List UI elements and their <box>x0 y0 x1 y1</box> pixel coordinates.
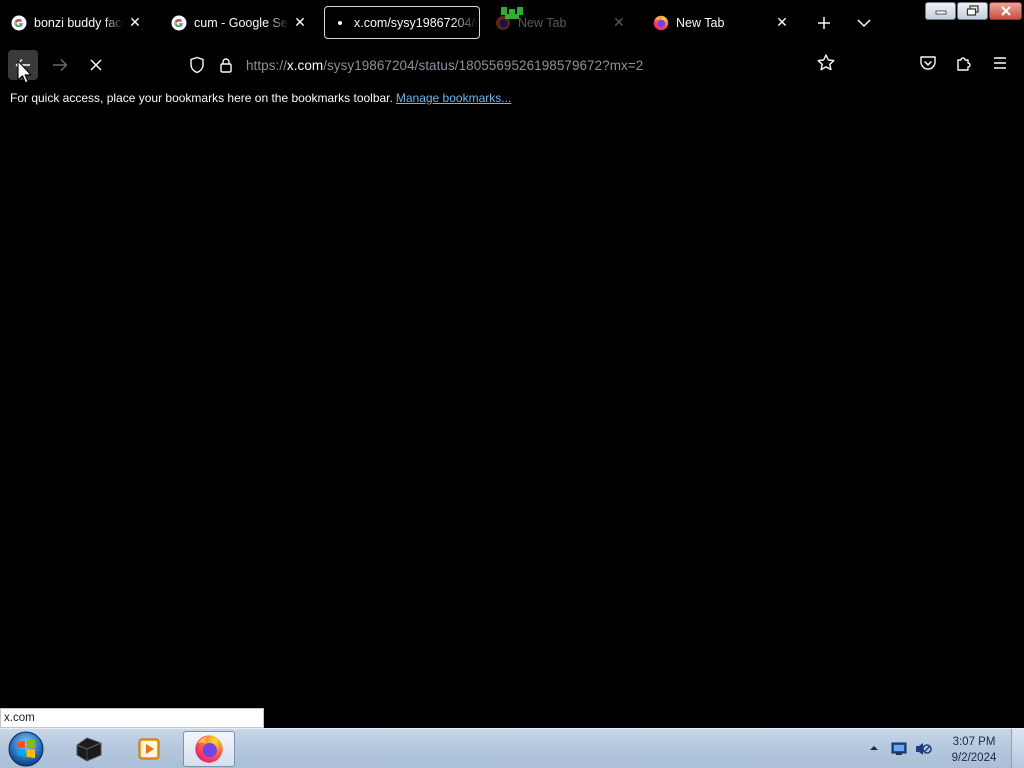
firefox-icon <box>195 735 223 763</box>
show-desktop-button[interactable] <box>1011 729 1024 768</box>
media-player-icon <box>138 738 160 760</box>
taskbar-app-firefox[interactable] <box>183 731 235 767</box>
list-all-tabs-button[interactable] <box>850 9 878 37</box>
tab-title: x.com/sysy19867204/s <box>354 15 479 30</box>
tab-bonzi[interactable]: bonzi buddy face p ✕ <box>2 6 152 39</box>
tab-google-search[interactable]: cum - Google Searc ✕ <box>162 6 317 39</box>
taskbar: 3:07 PM 9/2/2024 <box>0 728 1024 768</box>
bookmark-star-icon[interactable] <box>816 53 836 73</box>
tab-close-icon[interactable]: ✕ <box>608 12 630 34</box>
minimize-icon <box>935 10 946 15</box>
window-restore-button[interactable] <box>957 2 988 20</box>
plus-icon <box>818 17 830 29</box>
tab-title: New Tab <box>518 15 567 30</box>
window-minimize-button[interactable] <box>925 2 956 20</box>
tab-title: bonzi buddy face p <box>34 15 124 30</box>
forward-button[interactable] <box>45 50 75 80</box>
show-hidden-icons-arrow-icon[interactable] <box>868 743 880 753</box>
green-glitch-graphic <box>501 7 523 19</box>
chevron-down-icon <box>857 19 871 28</box>
close-icon <box>1000 6 1011 16</box>
media-center-icon <box>76 737 102 762</box>
close-icon <box>90 59 102 71</box>
pocket-icon[interactable] <box>918 53 938 73</box>
tab-close-icon[interactable]: ✕ <box>289 12 311 34</box>
google-g-icon <box>11 15 27 30</box>
bookmarks-empty-message: For quick access, place your bookmarks h… <box>10 91 393 105</box>
clock-time: 3:07 PM <box>952 736 996 748</box>
tab-close-icon[interactable]: ✕ <box>124 12 146 34</box>
extensions-puzzle-icon[interactable] <box>954 53 974 73</box>
start-button-icon[interactable] <box>7 731 45 767</box>
manage-bookmarks-link[interactable]: Manage bookmarks... <box>396 91 511 105</box>
firefox-icon <box>653 15 669 30</box>
tab-strip: bonzi buddy face p ✕ cum - Google Searc … <box>0 0 1024 44</box>
url-path: /sysy19867204/status/1805569526198579672… <box>323 57 644 73</box>
tab-title: New Tab <box>676 15 725 30</box>
tracking-protection-shield-icon[interactable] <box>188 56 206 74</box>
new-tab-button[interactable] <box>810 9 838 37</box>
hamburger-menu-icon[interactable] <box>990 53 1010 73</box>
url-host: x.com <box>286 57 324 73</box>
url-scheme: https:// <box>246 57 287 73</box>
navigation-toolbar: https://x.com/sysy19867204/status/180556… <box>0 44 1024 86</box>
tab-new-tab[interactable]: New Tab ✕ <box>644 6 799 39</box>
taskbar-app-media-center[interactable] <box>63 731 115 767</box>
google-g-icon <box>171 15 187 30</box>
volume-muted-icon[interactable] <box>914 741 932 757</box>
loading-dot-icon <box>338 20 342 25</box>
url-bar[interactable]: https://x.com/sysy19867204/status/180556… <box>180 50 850 80</box>
network-icon[interactable] <box>890 741 908 757</box>
bookmarks-toolbar: For quick access, place your bookmarks h… <box>0 86 1024 110</box>
clock-date: 9/2/2024 <box>951 752 997 764</box>
window-close-button[interactable] <box>989 2 1022 20</box>
system-clock[interactable]: 3:07 PM 9/2/2024 <box>944 734 1004 766</box>
status-url-overlay: x.com <box>0 708 264 728</box>
page-content-area[interactable] <box>0 110 1024 728</box>
url-text[interactable]: https://x.com/sysy19867204/status/180556… <box>246 58 643 73</box>
arrow-left-icon <box>15 59 30 71</box>
tab-title: cum - Google Searc <box>194 15 289 30</box>
restore-icon <box>966 5 979 16</box>
taskbar-app-media-player[interactable] <box>123 731 175 767</box>
back-button[interactable] <box>8 50 38 80</box>
stop-loading-button[interactable] <box>81 50 111 80</box>
tab-x-status[interactable]: x.com/sysy19867204/s <box>324 6 480 39</box>
tab-close-icon[interactable]: ✕ <box>771 12 793 34</box>
lock-icon[interactable] <box>218 57 234 73</box>
arrow-right-icon <box>53 59 68 71</box>
